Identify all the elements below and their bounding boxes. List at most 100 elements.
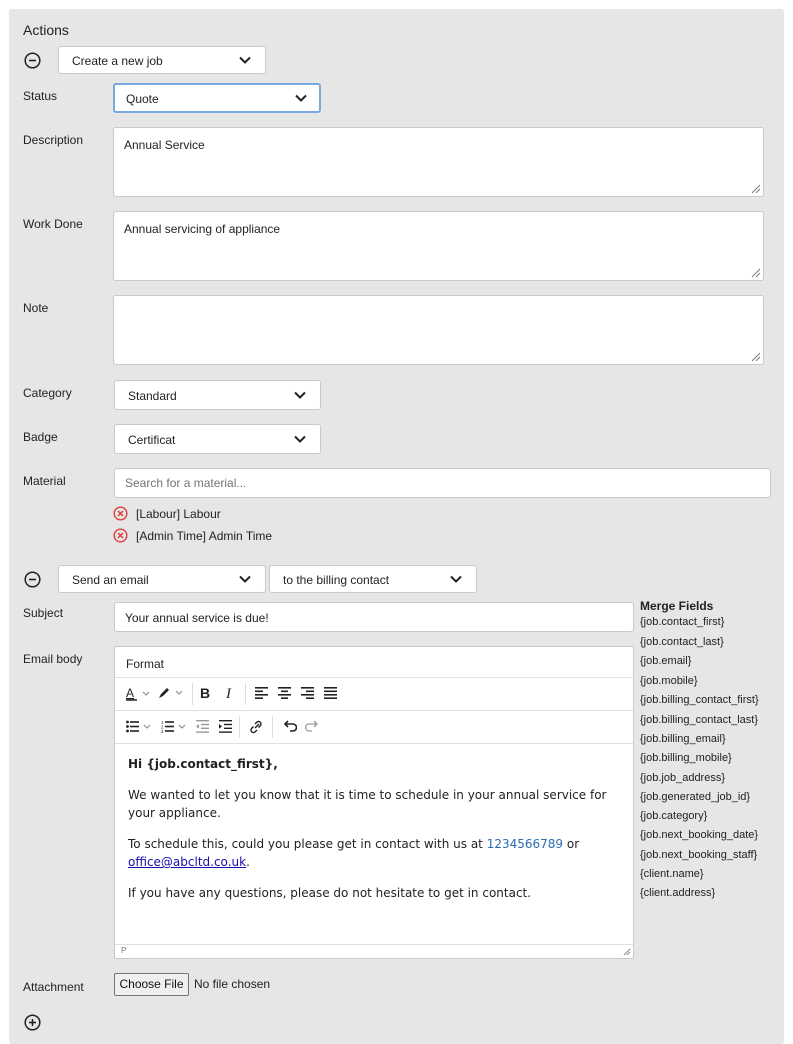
svg-text:B: B <box>200 685 210 701</box>
work-done-textarea[interactable]: Annual servicing of appliance <box>113 211 764 281</box>
merge-field-item[interactable]: {client.address} <box>640 887 715 899</box>
resize-grip-icon[interactable] <box>751 268 761 278</box>
status-label: Status <box>23 89 58 103</box>
action-type-select[interactable]: Create a new job <box>58 46 266 74</box>
recipient-value: to the billing contact <box>283 573 390 587</box>
resize-grip-icon[interactable] <box>751 184 761 194</box>
merge-field-item[interactable]: {job.billing_contact_last} <box>640 714 758 726</box>
italic-icon[interactable]: I <box>223 685 237 701</box>
file-status: No file chosen <box>194 977 271 991</box>
status-value: Quote <box>126 92 159 106</box>
email-greeting: Hi {job.contact_first}, <box>128 757 278 771</box>
highlight-icon[interactable] <box>157 685 187 701</box>
merge-field-item[interactable]: {job.next_booking_date} <box>640 829 758 841</box>
work-done-label: Work Done <box>23 217 83 231</box>
align-center-icon[interactable] <box>278 687 292 699</box>
element-path: P <box>121 946 127 955</box>
action2-type-value: Send an email <box>72 573 149 587</box>
svg-text:A: A <box>126 686 134 700</box>
svg-text:I: I <box>225 686 232 701</box>
merge-field-item[interactable]: {job.contact_last} <box>640 636 724 648</box>
remove-circle-icon[interactable] <box>113 506 128 521</box>
chevron-down-icon <box>294 391 306 399</box>
email-paragraph-2-prefix: To schedule this, could you please get i… <box>128 837 487 851</box>
merge-field-item[interactable]: {job.job_address} <box>640 772 725 784</box>
merge-field-item[interactable]: {job.mobile} <box>640 675 698 687</box>
category-value: Standard <box>128 389 177 403</box>
action2-type-select[interactable]: Send an email <box>58 565 266 593</box>
badge-label: Badge <box>23 430 58 444</box>
resize-grip-icon[interactable] <box>751 352 761 362</box>
material-item-labour: [Labour] Labour <box>136 507 221 521</box>
remove-circle-icon[interactable] <box>113 528 128 543</box>
material-label: Material <box>23 474 66 488</box>
category-label: Category <box>23 386 72 400</box>
email-body-content[interactable]: Hi {job.contact_first}, We wanted to let… <box>128 755 618 902</box>
chevron-down-icon <box>294 435 306 443</box>
merge-field-item[interactable]: {job.category} <box>640 810 707 822</box>
description-textarea[interactable]: Annual Service <box>113 127 764 197</box>
editor-menubar: Format <box>115 647 633 678</box>
redo-icon[interactable] <box>305 719 321 733</box>
email-body-editor[interactable]: Format A B I 1 2 3 Hi {job.contact_first… <box>114 646 634 959</box>
action-type-value: Create a new job <box>72 54 163 68</box>
toolbar-divider <box>272 716 273 738</box>
editor-statusbar: P <box>115 944 633 959</box>
minus-circle-icon[interactable] <box>24 52 41 69</box>
chevron-down-icon <box>295 94 307 102</box>
resize-grip-icon[interactable] <box>623 948 631 956</box>
email-body-label: Email body <box>23 652 83 666</box>
chevron-down-icon <box>239 56 251 64</box>
align-right-icon[interactable] <box>301 687 315 699</box>
phone-number[interactable]: 1234566789 <box>487 837 563 851</box>
text-color-icon[interactable]: A <box>126 686 152 702</box>
merge-field-item[interactable]: {job.generated_job_id} <box>640 791 750 803</box>
merge-field-item[interactable]: {job.billing_contact_first} <box>640 694 759 706</box>
subject-label: Subject <box>23 606 64 620</box>
toolbar-divider <box>192 683 193 705</box>
work-done-value: Annual servicing of appliance <box>124 222 281 236</box>
subject-value: Your annual service is due! <box>125 611 269 625</box>
outdent-icon[interactable] <box>196 720 210 733</box>
badge-select[interactable]: Certificat <box>114 424 321 454</box>
status-select[interactable]: Quote <box>113 83 321 113</box>
category-select[interactable]: Standard <box>114 380 321 410</box>
merge-field-item[interactable]: {client.name} <box>640 868 704 880</box>
align-left-icon[interactable] <box>255 687 269 699</box>
undo-icon[interactable] <box>281 719 297 733</box>
plus-circle-icon[interactable] <box>24 1014 41 1031</box>
material-search-input[interactable] <box>114 468 771 498</box>
merge-field-item[interactable]: {job.next_booking_staff} <box>640 849 757 861</box>
toolbar-divider <box>245 683 246 705</box>
justify-icon[interactable] <box>324 687 338 699</box>
toolbar-divider <box>239 716 240 738</box>
merge-field-item[interactable]: {job.billing_email} <box>640 733 726 745</box>
email-paragraph-1: We wanted to let you know that it is tim… <box>128 788 607 820</box>
merge-field-item[interactable]: {job.billing_mobile} <box>640 752 732 764</box>
editor-toolbar-row2: 1 2 3 <box>115 711 633 744</box>
bullet-list-icon[interactable] <box>126 720 156 734</box>
description-label: Description <box>23 133 84 147</box>
recipient-select[interactable]: to the billing contact <box>269 565 477 593</box>
minus-circle-icon[interactable] <box>24 571 41 588</box>
bold-icon[interactable]: B <box>199 685 213 701</box>
actions-panel: Actions Create a new job Status Quote De… <box>9 9 784 1044</box>
numbered-list-icon[interactable]: 1 2 3 <box>161 720 191 734</box>
choose-file-button[interactable]: Choose File <box>114 973 189 996</box>
email-paragraph-2: To schedule this, could you please get i… <box>128 835 618 871</box>
format-menu[interactable]: Format <box>126 657 164 671</box>
link-icon[interactable] <box>248 719 264 735</box>
svg-text:3: 3 <box>161 729 164 734</box>
email-paragraph-3: If you have any questions, please do not… <box>128 886 532 900</box>
merge-field-item[interactable]: {job.email} <box>640 655 691 667</box>
attachment-label: Attachment <box>23 980 84 994</box>
subject-input[interactable]: Your annual service is due! <box>114 602 634 632</box>
email-paragraph-2-suffix: . <box>246 855 250 869</box>
note-textarea[interactable] <box>113 295 764 365</box>
section-title: Actions <box>23 22 69 38</box>
merge-field-item[interactable]: {job.contact_first} <box>640 616 724 628</box>
chevron-down-icon <box>450 575 462 583</box>
email-link[interactable]: office@abcltd.co.uk <box>128 855 246 869</box>
note-label: Note <box>23 301 49 315</box>
indent-icon[interactable] <box>219 720 233 733</box>
